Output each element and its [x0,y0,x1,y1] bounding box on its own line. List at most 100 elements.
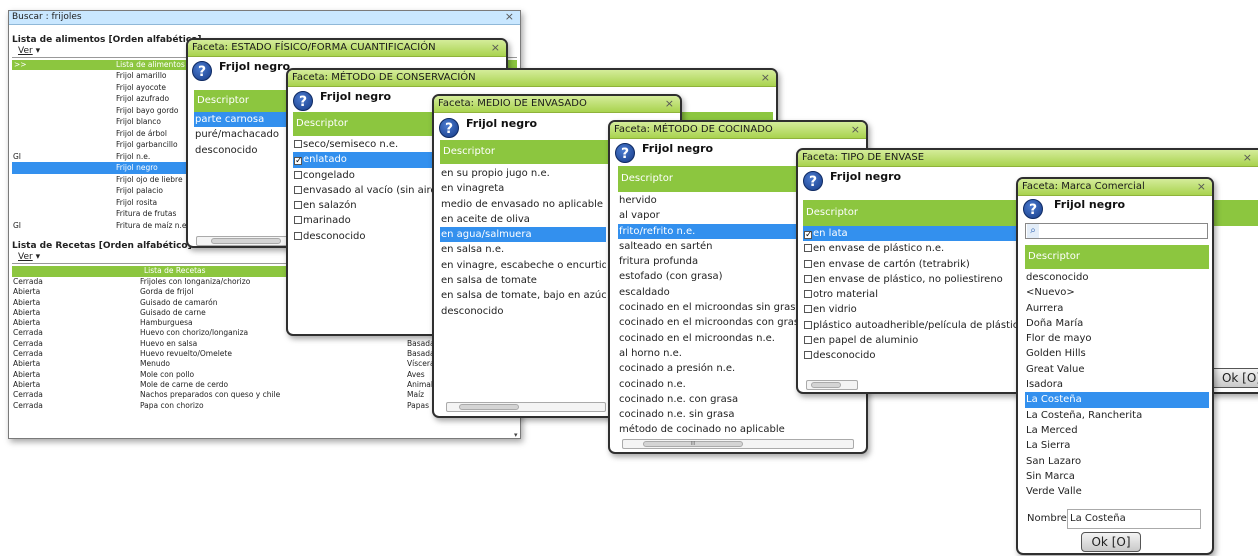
checkbox[interactable] [804,336,812,345]
list-item[interactable]: envasado al vacío (sin aire) [293,183,438,198]
help-icon[interactable]: ? [1023,199,1043,219]
list-item[interactable]: hervido [618,193,803,208]
list-item[interactable]: desconocido [293,229,438,244]
list-item[interactable]: frito/refrito n.e. [618,223,803,239]
list-item[interactable]: cocinado n.e. con grasa [618,392,803,407]
list-item[interactable]: Doña María [1025,316,1209,331]
list-item[interactable]: desconocido [194,143,290,158]
list-item[interactable]: ✓enlatado [293,152,438,168]
checkbox[interactable] [294,185,302,194]
list-item[interactable]: La Costeña [1025,392,1209,408]
list-item[interactable]: La Merced [1025,423,1209,438]
checkbox[interactable]: ✓ [804,231,813,240]
help-icon[interactable]: ? [439,118,459,138]
list-item[interactable]: <Nuevo> [1025,285,1209,300]
close-icon[interactable]: × [761,70,770,86]
checkbox[interactable] [804,274,812,283]
list-item[interactable]: en envase de cartón (tetrabrik) [803,257,1021,272]
list-item[interactable]: ✓en lata [803,226,1021,242]
list-item[interactable]: método de cocinado no aplicable [618,422,803,437]
list-item[interactable]: en su propio jugo n.e. [440,166,606,181]
list-item[interactable]: en salazón [293,198,438,213]
horizontal-scrollbar[interactable] [196,236,292,246]
list-item[interactable]: seco/semiseco n.e. [293,137,438,152]
list-item[interactable]: puré/machacado [194,127,290,142]
ok-button-behind[interactable]: Ok [O] [1210,368,1258,388]
list-item[interactable]: desconocido [440,304,606,319]
checkbox[interactable] [294,201,302,210]
search-input[interactable]: ⌕ [1025,223,1208,239]
list-item[interactable]: en vinagre, escabeche o encurtido [440,258,606,273]
list-item[interactable]: Aurrera [1025,301,1209,316]
checkbox[interactable] [804,320,812,329]
list-item[interactable]: fritura profunda [618,254,803,269]
list-item[interactable]: marinado [293,213,438,228]
list-item[interactable]: en agua/salmuera [440,227,606,243]
list-item[interactable]: La Sierra [1025,438,1209,453]
list-item[interactable]: en envase de plástico, no poliestireno [803,272,1021,287]
list-item[interactable]: cocinado a presión n.e. [618,361,803,376]
list-item[interactable]: plástico autoadherible/película de plást… [803,318,1021,333]
list-item[interactable]: salteado en sartén [618,239,803,254]
list-item[interactable]: medio de envasado no aplicable [440,197,606,212]
list-item[interactable]: en salsa de tomate [440,273,606,288]
help-icon[interactable]: ? [615,143,635,163]
horizontal-scrollbar[interactable]: III [622,439,854,449]
list-item[interactable]: en aceite de oliva [440,212,606,227]
close-icon[interactable]: × [851,122,860,138]
checkbox[interactable] [294,231,302,240]
close-icon[interactable]: × [491,40,500,56]
list-item[interactable]: al horno n.e. [618,346,803,361]
list-item[interactable]: Verde Valle [1025,484,1209,499]
checkbox[interactable]: ✓ [294,157,303,166]
list-item[interactable]: en vinagreta [440,181,606,196]
list-item[interactable]: en papel de aluminio [803,333,1021,348]
horizontal-scrollbar[interactable] [806,380,858,390]
expand-toggle[interactable]: >> [14,60,27,69]
list-item[interactable]: en envase de plástico n.e. [803,241,1021,256]
scroll-thumb[interactable]: III [643,441,743,447]
close-icon[interactable]: × [505,10,514,23]
list-item[interactable]: cocinado n.e. sin grasa [618,407,803,422]
list-item[interactable]: otro material [803,287,1021,302]
name-field[interactable]: La Costeña [1067,509,1201,529]
help-icon[interactable]: ? [803,171,823,191]
list-item[interactable]: Great Value [1025,362,1209,377]
list-item[interactable]: al vapor [618,208,803,223]
checkbox[interactable] [294,216,302,225]
checkbox[interactable] [804,244,812,253]
ok-button[interactable]: Ok [O] [1081,532,1141,552]
list-item[interactable]: escaldado [618,285,803,300]
checkbox[interactable] [294,170,302,179]
scroll-down-icon[interactable]: ▾ [514,431,518,439]
list-item[interactable]: desconocido [1025,270,1209,285]
foods-view-menu[interactable]: Ver ▾ [18,46,40,56]
help-icon[interactable]: ? [192,61,212,81]
close-icon[interactable]: × [1243,150,1252,166]
list-item[interactable]: en salsa de tomate, bajo en azúcar [440,288,606,303]
list-item[interactable]: cocinado en el microondas n.e. [618,331,803,346]
checkbox[interactable] [804,305,812,314]
list-item[interactable]: Golden Hills [1025,346,1209,361]
checkbox[interactable] [804,290,812,299]
list-item[interactable]: en salsa n.e. [440,242,606,257]
close-icon[interactable]: × [1197,179,1206,195]
recipes-view-menu[interactable]: Ver ▾ [18,252,40,262]
list-item[interactable]: en vidrio [803,302,1021,317]
checkbox[interactable] [804,259,812,268]
list-item[interactable]: parte carnosa [194,112,290,128]
list-item[interactable]: Isadora [1025,377,1209,392]
list-item[interactable]: Sin Marca [1025,469,1209,484]
close-icon[interactable]: × [665,96,674,112]
list-item[interactable]: San Lazaro [1025,454,1209,469]
list-item[interactable]: cocinado en el microondas sin grasa [618,300,803,315]
list-item[interactable]: desconocido [803,348,1021,363]
horizontal-scrollbar[interactable] [446,402,606,412]
list-item[interactable]: cocinado en el microondas con grasa [618,315,803,330]
help-icon[interactable]: ? [293,91,313,111]
checkbox[interactable] [294,140,302,148]
checkbox[interactable] [804,351,812,360]
list-item[interactable]: estofado (con grasa) [618,269,803,284]
list-item[interactable]: Flor de mayo [1025,331,1209,346]
list-item[interactable]: cocinado n.e. [618,377,803,392]
